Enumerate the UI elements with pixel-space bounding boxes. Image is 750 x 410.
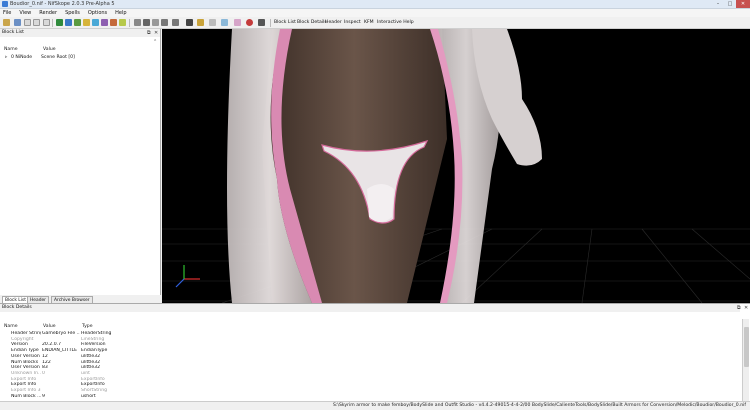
block-list-title: Block List (0, 29, 160, 37)
settings-icon[interactable] (209, 19, 216, 26)
texture-icon[interactable] (83, 19, 90, 26)
load-icon[interactable] (43, 19, 50, 26)
close-button[interactable]: ✕ (736, 0, 750, 8)
block-list-tabs: Block List Header Archive Browser (0, 295, 161, 303)
camera-icon[interactable] (161, 19, 168, 26)
scene-render (162, 29, 750, 303)
scrollbar-thumb[interactable] (744, 327, 749, 367)
float-icon[interactable]: ⧉ (147, 30, 151, 36)
details-row-value: 9 (42, 393, 45, 399)
details-row-type: ushort (81, 393, 96, 399)
toolbar-separator (270, 19, 271, 27)
tree-expander-icon[interactable]: ▹ (5, 55, 7, 60)
tab-block-list[interactable]: Block List (2, 296, 29, 303)
collision-icon[interactable] (110, 19, 117, 26)
undo-icon[interactable] (24, 19, 31, 26)
select-icon[interactable] (134, 19, 141, 26)
details-row[interactable]: Num Block ... 9 ushort (0, 394, 740, 400)
tab-header[interactable]: Header (27, 296, 49, 303)
rotate-icon[interactable] (152, 19, 159, 26)
details-row-name: Num Block ... (11, 393, 41, 399)
bone-icon[interactable] (186, 19, 193, 26)
menu-bar: File View Render Spells Options Help (0, 9, 750, 17)
render-viewport[interactable] (162, 29, 750, 303)
title-bar: Boudior_0.nif - NifSkope 2.0.3 Pre-Alpha… (0, 0, 750, 9)
minimize-button[interactable]: – (712, 0, 724, 8)
toolbar-interactive-help-button[interactable]: Interactive Help (376, 19, 415, 27)
toolbar-separator (129, 19, 130, 27)
screenshot-icon[interactable] (172, 19, 179, 26)
save-file-icon[interactable] (14, 19, 21, 26)
toolbar-kfm-button[interactable]: KFM (363, 19, 375, 27)
details-col-name[interactable]: Name (4, 324, 18, 329)
marker-icon[interactable] (246, 19, 253, 26)
nodes-icon[interactable] (119, 19, 126, 26)
block-list-panel: Block List ⧉ ✕ ⌃ Name Value ▹ 0 NiNode S… (0, 29, 161, 303)
tree-row-name[interactable]: 0 NiNode (11, 55, 32, 60)
details-col-type[interactable]: Type (82, 324, 93, 329)
shader-icon[interactable] (101, 19, 108, 26)
window-title: Boudior_0.nif - NifSkope 2.0.3 Pre-Alpha… (10, 1, 115, 7)
toolbar-block-list-button[interactable]: Block List (273, 19, 297, 27)
close-panel-icon[interactable]: ✕ (154, 30, 158, 36)
float-details-icon[interactable]: ⧉ (737, 305, 741, 311)
collapse-icon[interactable]: ⌃ (153, 39, 157, 45)
redo-icon[interactable] (33, 19, 40, 26)
menu-spells[interactable]: Spells (65, 10, 80, 16)
garment-front (367, 184, 394, 222)
toolbar: Block List Block Details Header Inspect … (0, 17, 750, 29)
app-icon (2, 1, 8, 7)
toolbar-separator (52, 19, 53, 27)
tab-archive-browser[interactable]: Archive Browser (51, 296, 93, 303)
flower-icon[interactable] (234, 19, 241, 26)
toolbar-header-button[interactable]: Header (324, 19, 343, 27)
menu-render[interactable]: Render (39, 10, 57, 16)
grid-icon[interactable] (221, 19, 228, 26)
details-scrollbar[interactable] (742, 319, 749, 401)
open-file-icon[interactable] (3, 19, 10, 26)
col-name-header[interactable]: Name (4, 47, 18, 52)
globe-icon[interactable] (56, 19, 63, 26)
block-details-title: Block Details (0, 304, 740, 312)
status-bar: S:\Skyrim armor to make femboy/BodySlide… (0, 401, 750, 410)
eye-icon[interactable] (143, 19, 150, 26)
details-col-value[interactable]: Value (43, 324, 56, 329)
tree-row-value[interactable]: Scene Root [0] (41, 55, 75, 60)
toolbar-inspect-button[interactable]: Inspect (343, 19, 362, 27)
view-icon[interactable] (65, 19, 72, 26)
menu-file[interactable]: File (3, 10, 11, 16)
axis-gizmo (175, 265, 200, 288)
menu-help[interactable]: Help (115, 10, 126, 16)
visibility-icon[interactable] (258, 19, 265, 26)
menu-options[interactable]: Options (88, 10, 107, 16)
col-value-header[interactable]: Value (43, 47, 56, 52)
lighting-icon[interactable] (92, 19, 99, 26)
status-message: S:\Skyrim armor to make femboy/BodySlide… (332, 403, 746, 408)
close-details-icon[interactable]: ✕ (744, 305, 748, 311)
mesh-icon[interactable] (74, 19, 81, 26)
menu-view[interactable]: View (19, 10, 31, 16)
maximize-button[interactable]: □ (724, 0, 736, 8)
sun-icon[interactable] (197, 19, 204, 26)
